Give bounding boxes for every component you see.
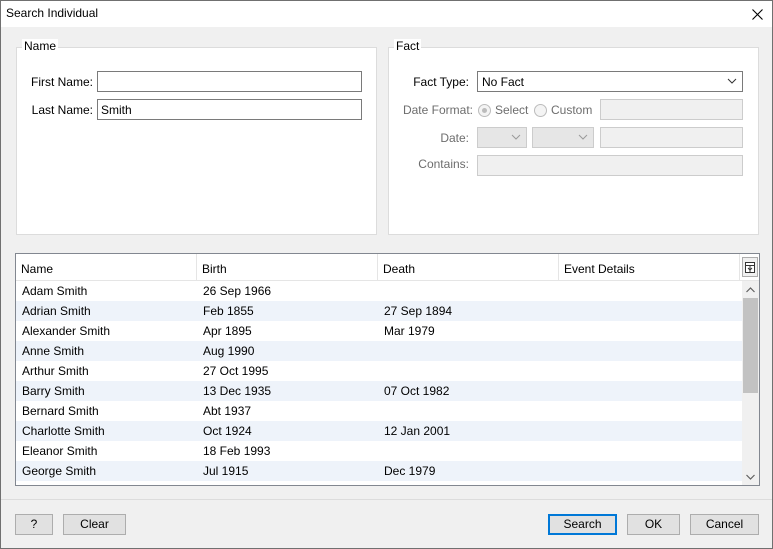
cell-birth: Aug 1990 [203,344,255,358]
cell-death: Dec 1979 [384,464,436,478]
results-grid[interactable]: Name Birth Death Event Details Adam Smit… [15,253,760,486]
fact-type-label: Fact Type: [413,75,469,89]
table-row[interactable]: Arthur Smith 27 Oct 1995 [16,361,742,381]
cancel-button[interactable]: Cancel [690,514,759,535]
cell-birth: Apr 1895 [203,324,252,338]
scroll-down-button[interactable] [742,468,759,485]
cell-birth: Abt 1937 [203,404,252,418]
cell-name: Barry Smith [22,384,85,398]
date-format-custom-label: Custom [551,103,593,117]
chevron-down-icon [511,134,521,140]
cell-birth: 18 Feb 1993 [203,444,271,458]
date-qualifier-select[interactable] [477,127,527,148]
clear-button[interactable]: Clear [63,514,126,535]
column-header-death[interactable]: Death [378,254,559,280]
cell-name: Alexander Smith [22,324,111,338]
column-header-birth[interactable]: Birth [197,254,378,280]
cell-birth: Feb 1855 [203,304,254,318]
cell-birth: 27 Oct 1995 [203,364,269,378]
cell-name: Bernard Smith [22,404,99,418]
title-bar: Search Individual [1,1,772,27]
cell-death: 12 Jan 2001 [384,424,451,438]
fact-type-select[interactable]: No Fact [477,71,743,92]
close-button[interactable] [742,1,772,27]
table-row[interactable]: Adrian Smith Feb 1855 27 Sep 1894 [16,301,742,321]
name-group-legend: Name [22,39,59,53]
name-group: Name First Name: Last Name: [16,39,377,235]
table-row[interactable]: Adam Smith 26 Sep 1966 [16,281,742,301]
chevron-down-icon [578,134,588,140]
cell-death: Mar 1979 [384,324,435,338]
help-button[interactable]: ? [15,514,53,535]
cell-name: George Smith [22,464,97,478]
fact-group: Fact Fact Type: No Fact Date Format: Sel… [388,39,759,235]
vertical-scrollbar[interactable] [742,281,759,485]
table-row[interactable]: Bernard Smith Abt 1937 [16,401,742,421]
close-icon [751,8,763,20]
cell-name: Eleanor Smith [22,444,98,458]
date-format-select-label: Select [495,103,529,117]
radio-unchecked-icon [534,103,547,117]
last-name-input[interactable] [97,99,362,120]
cell-birth: 13 Dec 1935 [203,384,272,398]
chevron-up-icon [746,286,755,292]
date-label: Date: [440,131,469,145]
cell-name: Adam Smith [22,284,88,298]
grid-rows: Adam Smith 26 Sep 1966 Adrian Smith Feb … [16,281,742,481]
column-chooser-button[interactable] [742,257,758,277]
cell-birth: 26 Sep 1966 [203,284,272,298]
window-title: Search Individual [6,6,99,20]
column-header-name[interactable]: Name [16,254,197,280]
contains-label: Contains: [418,157,469,171]
chevron-down-icon [746,474,755,480]
fact-group-legend: Fact [394,39,422,53]
cell-name: Anne Smith [22,344,85,358]
fact-type-value: No Fact [482,75,525,89]
custom-date-format-input[interactable] [600,99,743,120]
scroll-thumb[interactable] [743,298,758,393]
date-format-custom-radio[interactable]: Custom [534,103,592,117]
ok-button[interactable]: OK [627,514,680,535]
footer-divider [1,499,772,500]
date-input[interactable] [600,127,743,148]
cell-name: Adrian Smith [22,304,91,318]
search-button[interactable]: Search [548,514,617,535]
last-name-label: Last Name: [31,103,93,117]
cell-birth: Jul 1915 [203,464,249,478]
cell-birth: Oct 1924 [203,424,252,438]
cell-name: Arthur Smith [22,364,89,378]
contains-input[interactable] [477,155,743,176]
date-format-label: Date Format: [402,103,473,117]
table-row[interactable]: Barry Smith 13 Dec 1935 07 Oct 1982 [16,381,742,401]
cell-death: 07 Oct 1982 [384,384,450,398]
radio-checked-icon [478,103,491,117]
date-format-select-radio[interactable]: Select [478,103,528,117]
table-row[interactable]: Alexander Smith Apr 1895 Mar 1979 [16,321,742,341]
first-name-input[interactable] [97,71,362,92]
table-row[interactable]: Charlotte Smith Oct 1924 12 Jan 2001 [16,421,742,441]
column-chooser-icon [745,261,755,273]
column-header-event-details[interactable]: Event Details [559,254,740,280]
table-row[interactable]: Eleanor Smith 18 Feb 1993 [16,441,742,461]
first-name-label: First Name: [30,75,93,89]
cell-name: Charlotte Smith [22,424,105,438]
table-row[interactable]: Anne Smith Aug 1990 [16,341,742,361]
cell-death: 27 Sep 1894 [384,304,453,318]
table-row[interactable]: George Smith Jul 1915 Dec 1979 [16,461,742,481]
search-individual-dialog: Search Individual Name First Name: Last … [0,0,773,549]
grid-header: Name Birth Death Event Details [16,254,759,281]
chevron-down-icon [727,78,737,84]
date-part-select[interactable] [532,127,594,148]
scroll-up-button[interactable] [742,281,759,298]
